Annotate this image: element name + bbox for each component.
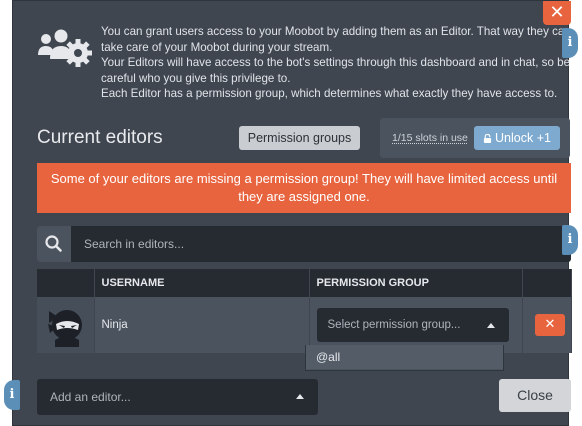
info-icon[interactable]: i [4, 380, 20, 410]
intro-line: Your Editors will have access to the bot… [101, 56, 571, 85]
avatar-cell [37, 297, 95, 353]
add-editor-select[interactable]: Add an editor... [37, 379, 318, 415]
column-header-avatar [37, 269, 95, 297]
slots-text[interactable]: 1/15 slots in use [392, 132, 468, 144]
unlock-label: Unlock +1 [495, 131, 551, 145]
missing-permission-alert: Some of your editors are missing a permi… [37, 163, 571, 213]
actions-cell: ✕ [522, 297, 572, 353]
section-title: Current editors [37, 127, 163, 148]
unlock-button[interactable]: Unlock +1 [474, 126, 560, 150]
remove-editor-button[interactable]: ✕ [535, 314, 565, 336]
close-x-button[interactable]: ✕ [543, 1, 571, 25]
search-button[interactable] [37, 226, 71, 262]
search-icon [45, 235, 62, 252]
slots-box: 1/15 slots in use Unlock +1 [380, 118, 570, 158]
column-header-permission-group: PERMISSION GROUP [309, 269, 523, 297]
add-editor-placeholder: Add an editor... [50, 390, 131, 404]
info-icon[interactable]: i [562, 28, 578, 58]
caret-up-icon [486, 323, 495, 328]
table-header-row: USERNAME PERMISSION GROUP [37, 269, 572, 297]
column-header-actions [522, 269, 572, 297]
dropdown-option[interactable]: @all [306, 345, 503, 369]
lock-icon [483, 134, 492, 143]
intro-line: Each Editor has a permission group, whic… [101, 87, 558, 100]
username-cell: Ninja [94, 297, 310, 353]
ninja-avatar [48, 310, 83, 347]
info-icon[interactable]: i [562, 225, 578, 255]
permission-groups-button[interactable]: Permission groups [239, 126, 360, 150]
permission-group-placeholder: Select permission group... [327, 319, 461, 331]
editors-modal: ✕ You can grant users access to your Moo… [12, 0, 572, 426]
search-bar: Search in editors... [37, 226, 571, 262]
users-gear-icon [38, 29, 92, 67]
column-header-username: USERNAME [94, 269, 310, 297]
close-button[interactable]: Close [499, 379, 571, 412]
intro-text: You can grant users access to your Moobo… [101, 24, 571, 102]
search-input[interactable]: Search in editors... [71, 226, 571, 262]
editors-table: USERNAME PERMISSION GROUP Ninja Select p… [37, 269, 572, 353]
permission-group-dropdown: @all [305, 345, 504, 371]
caret-up-icon [296, 394, 304, 399]
intro-line: You can grant users access to your Moobo… [101, 25, 571, 54]
permission-group-select[interactable]: Select permission group... [316, 308, 509, 342]
